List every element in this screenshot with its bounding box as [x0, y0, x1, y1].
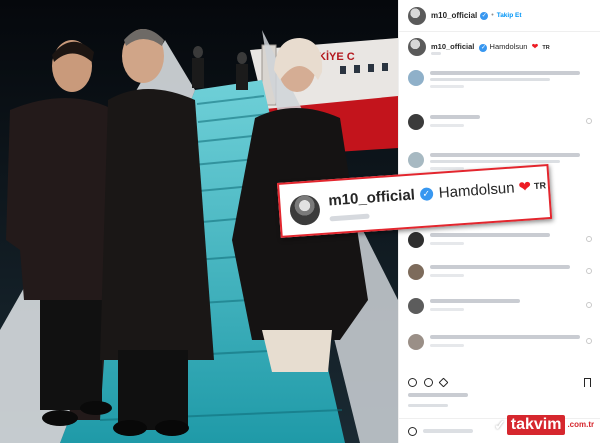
comment-text: [430, 233, 550, 237]
comment-avatar: [408, 264, 424, 280]
comment-text: [430, 160, 560, 163]
profile-avatar[interactable]: [408, 6, 426, 25]
post-date: [408, 404, 448, 407]
separator-dot: •: [491, 12, 494, 19]
callout-username: m10_official: [327, 185, 416, 209]
comment-text: [430, 265, 570, 269]
like-comment-icon[interactable]: [586, 118, 592, 124]
caption-username[interactable]: m10_official: [431, 42, 474, 51]
verified-icon: ✓: [419, 186, 434, 201]
comment-text: [430, 78, 550, 81]
comment-avatar: [408, 152, 424, 168]
comment-avatar: [408, 232, 424, 248]
likes-count[interactable]: [408, 393, 468, 397]
comment-meta: [430, 242, 464, 245]
comment-meta: [430, 274, 464, 277]
comment-text: [430, 153, 580, 157]
caption-time: [431, 52, 441, 55]
caption-avatar[interactable]: [408, 38, 426, 56]
comment-text: [430, 71, 580, 75]
verified-icon: ✓: [480, 11, 489, 20]
comment-meta: [430, 308, 464, 311]
post-caption: m10_official ✓ Hamdolsun ❤ TR: [408, 38, 550, 56]
comment-item[interactable]: [408, 68, 594, 94]
post-actions: [408, 377, 449, 388]
bookmark-icon[interactable]: [584, 378, 591, 387]
share-icon[interactable]: [438, 377, 449, 388]
callout-flag: TR: [533, 180, 547, 192]
comment-item[interactable]: [408, 112, 594, 138]
checkmark-icon: ✓: [494, 416, 506, 433]
like-comment-icon[interactable]: [586, 338, 592, 344]
comment-text: [430, 299, 520, 303]
callout-time: [329, 213, 370, 222]
comment-item[interactable]: [408, 332, 594, 358]
like-comment-icon[interactable]: [586, 236, 592, 242]
like-comment-icon[interactable]: [586, 268, 592, 274]
heart-icon[interactable]: [408, 378, 417, 387]
comment-icon[interactable]: [424, 378, 433, 387]
comment-avatar: [408, 114, 424, 130]
like-comment-icon[interactable]: [586, 302, 592, 308]
plane-livery-text: KİYE C: [318, 50, 355, 63]
comment-avatar: [408, 298, 424, 314]
post-username[interactable]: m10_official: [431, 11, 477, 20]
comment-text: [430, 335, 580, 339]
comment-meta: [430, 124, 464, 127]
takvim-watermark: ✓ takvim .com.tr: [494, 414, 596, 436]
comment-meta: [430, 85, 464, 88]
comment-text: [430, 115, 480, 119]
caption-text: Hamdolsun: [489, 42, 528, 51]
post-header: m10_official ✓ • Takip Et: [399, 0, 600, 32]
comment-avatar: [408, 70, 424, 86]
comment-item[interactable]: [408, 262, 594, 288]
comment-avatar: [408, 334, 424, 350]
heart-icon: ❤: [517, 178, 532, 197]
callout-text: Hamdolsun: [438, 178, 516, 202]
smiley-icon[interactable]: [408, 427, 417, 436]
add-comment-input[interactable]: [423, 429, 473, 433]
comment-meta: [430, 344, 464, 347]
comment-item[interactable]: [408, 230, 594, 256]
caption-flag: TR: [542, 45, 550, 51]
verified-icon: ✓: [479, 44, 488, 52]
watermark-brand: takvim: [506, 415, 566, 435]
comment-item[interactable]: [408, 296, 594, 322]
callout-avatar: [288, 194, 321, 227]
follow-button[interactable]: Takip Et: [497, 12, 522, 19]
heart-icon: ❤: [531, 42, 539, 51]
watermark-tld: .com.tr: [566, 420, 596, 430]
